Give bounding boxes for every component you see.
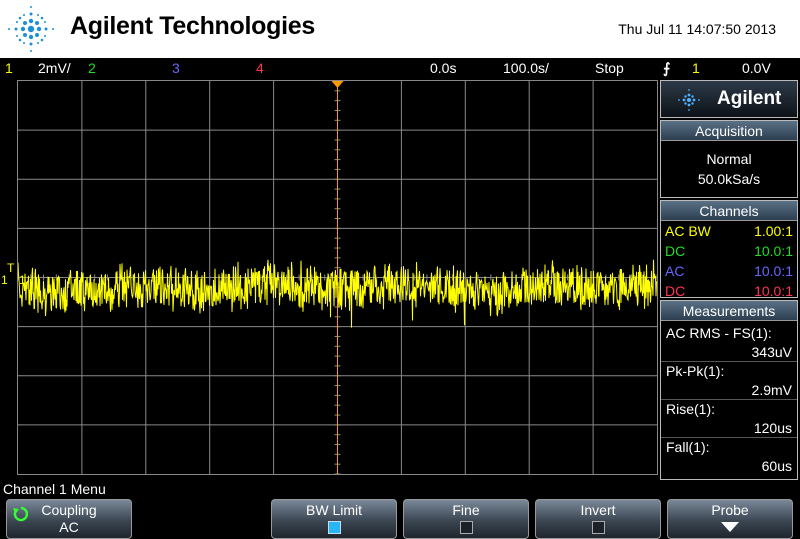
- measurements-title: Measurements: [661, 301, 797, 321]
- channel-row-1: AC BW 1.00:1: [661, 221, 797, 241]
- ch1-coupling: AC BW: [665, 223, 711, 239]
- submenu-arrow-down-icon: [721, 522, 739, 532]
- measurement-label-rms: AC RMS - FS(1):: [666, 325, 772, 341]
- agilent-brand-box: Agilent: [660, 80, 798, 118]
- measurement-value-fall: 60us: [761, 458, 792, 474]
- status-bar: 1 2mV/ 2 3 4 0.0s 100.0s/ Stop ⨍ 1 0.0V: [0, 58, 800, 78]
- acquisition-mode: Normal: [706, 151, 752, 167]
- channels-box[interactable]: Channels AC BW 1.00:1 DC 10.0:1 AC 10.0:…: [660, 200, 798, 301]
- ch4-probe: 10.0:1: [754, 283, 793, 299]
- coupling-softkey[interactable]: Coupling AC: [6, 499, 132, 539]
- fine-checkbox[interactable]: [459, 521, 473, 534]
- side-panel: Agilent Acquisition Normal 50.0kSa/s Cha…: [660, 80, 800, 480]
- run-state[interactable]: Stop: [595, 60, 624, 76]
- acquisition-title: Acquisition: [661, 121, 797, 141]
- fine-softkey[interactable]: Fine: [403, 499, 529, 539]
- ch3-coupling: AC: [665, 263, 685, 279]
- bw-limit-softkey[interactable]: BW Limit: [271, 499, 397, 539]
- rotate-knob-icon: [13, 506, 29, 522]
- agilent-spark-small-icon: [678, 89, 700, 111]
- menu-title: Channel 1 Menu: [3, 481, 106, 497]
- ch1-ground-marker[interactable]: 1: [1, 273, 8, 287]
- ch3-indicator[interactable]: 3: [172, 60, 180, 76]
- ch1-scale[interactable]: 2mV/: [38, 60, 71, 76]
- invert-softkey[interactable]: Invert: [535, 499, 661, 539]
- waveform-display[interactable]: [17, 80, 658, 475]
- ch4-coupling: DC: [665, 283, 686, 299]
- fine-label: Fine: [452, 502, 480, 518]
- probe-softkey[interactable]: Probe: [667, 499, 793, 539]
- datetime-display: Thu Jul 11 14:07:50 2013: [618, 21, 776, 37]
- measurements-box[interactable]: Measurements AC RMS - FS(1): 343uV Pk-Pk…: [660, 300, 798, 480]
- trigger-position-marker-icon[interactable]: [331, 81, 344, 88]
- ch2-probe: 10.0:1: [754, 243, 793, 259]
- acquisition-box[interactable]: Acquisition Normal 50.0kSa/s: [660, 120, 798, 198]
- measurement-label-pkpk: Pk-Pk(1):: [666, 363, 725, 379]
- ch1-ground-marker-inner: 1: [19, 273, 26, 287]
- ch2-coupling: DC: [665, 243, 686, 259]
- sample-rate: 50.0kSa/s: [697, 171, 761, 187]
- timebase-scale[interactable]: 100.0s/: [503, 60, 549, 76]
- ch1-probe: 1.00:1: [754, 223, 793, 239]
- probe-label: Probe: [711, 502, 749, 518]
- trigger-level-marker[interactable]: T: [7, 261, 14, 275]
- invert-label: Invert: [580, 502, 616, 518]
- measurement-label-rise: Rise(1):: [666, 401, 716, 417]
- channel-row-2: DC 10.0:1: [661, 241, 797, 261]
- measurement-value-rise: 120us: [661, 419, 797, 438]
- bw-limit-label: BW Limit: [306, 502, 362, 518]
- horizontal-delay[interactable]: 0.0s: [430, 60, 456, 76]
- graticule: [18, 81, 657, 474]
- header-bar: Agilent Technologies Thu Jul 11 14:07:50…: [0, 0, 800, 58]
- trigger-source[interactable]: 1: [692, 60, 700, 76]
- channel-row-4: DC 10.0:1: [661, 281, 797, 301]
- measurement-value-pkpk: 2.9mV: [661, 381, 797, 400]
- trigger-level[interactable]: 0.0V: [742, 60, 771, 76]
- trigger-edge-icon: ⨍: [663, 60, 671, 76]
- measurement-label-fall: Fall(1):: [666, 439, 710, 455]
- ch3-probe: 10.0:1: [754, 263, 793, 279]
- ch2-indicator[interactable]: 2: [88, 60, 96, 76]
- channel-row-3: AC 10.0:1: [661, 261, 797, 281]
- bw-limit-checkbox[interactable]: [327, 521, 341, 534]
- ch4-indicator[interactable]: 4: [256, 60, 264, 76]
- invert-checkbox[interactable]: [591, 521, 605, 534]
- channels-title: Channels: [661, 201, 797, 221]
- measurement-value-rms: 343uV: [661, 343, 797, 362]
- ch1-indicator[interactable]: 1: [5, 60, 13, 76]
- side-brand: Agilent: [717, 88, 782, 109]
- agilent-spark-logo-icon: [8, 6, 54, 52]
- brand-title: Agilent Technologies: [70, 12, 315, 40]
